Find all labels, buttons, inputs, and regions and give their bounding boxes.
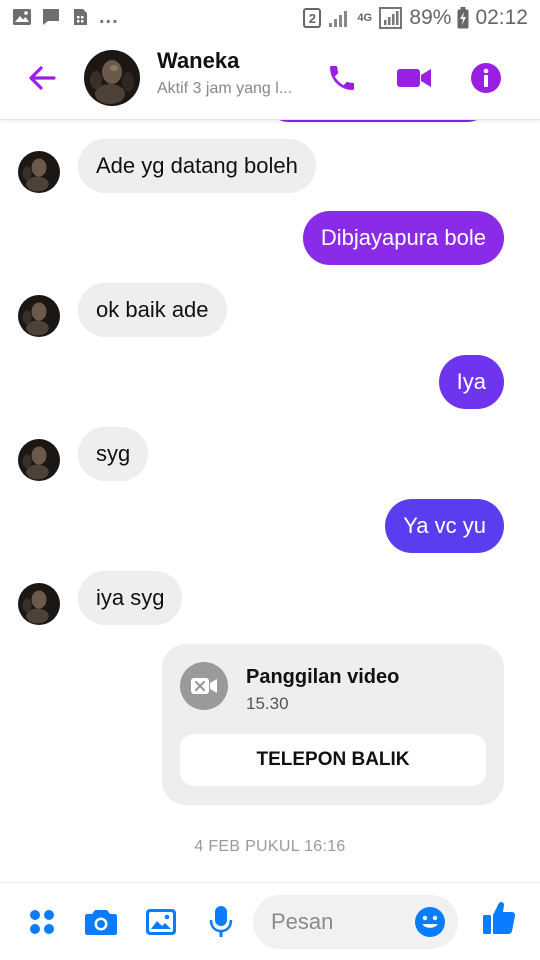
call-title: Panggilan video	[246, 666, 400, 688]
call-back-button[interactable]: TELEPON BALIK	[180, 734, 486, 786]
video-camera-icon	[397, 69, 431, 87]
chat-icon	[43, 9, 59, 25]
apps-icon	[30, 910, 54, 934]
sim-icon	[74, 9, 87, 25]
sender-avatar[interactable]	[18, 295, 60, 337]
outgoing-message[interactable]: Dibjayapura bole	[302, 211, 504, 265]
contact-active-status: Aktif 3 jam yang l...	[157, 80, 293, 97]
outgoing-message[interactable]: Ya vc yu	[385, 499, 504, 553]
emoji-icon	[415, 907, 445, 937]
voice-message-button[interactable]	[204, 905, 238, 939]
phone-icon	[330, 66, 354, 90]
microphone-icon	[209, 906, 233, 937]
outgoing-message[interactable]: Iya	[438, 355, 504, 409]
incoming-message[interactable]: Ade yg datang boleh	[78, 139, 316, 193]
call-time: 15.30	[246, 694, 289, 713]
thumbs-up-icon	[483, 901, 516, 934]
gallery-icon	[146, 909, 176, 935]
message-thread[interactable]: Ade yg datang boleh Dibjayapura bole ok …	[0, 120, 540, 882]
status-bar: ... 2 4G 89% 02:12	[0, 0, 540, 38]
contact-name: Waneka	[157, 48, 240, 73]
camera-button[interactable]	[84, 905, 118, 939]
signal-icon	[329, 11, 348, 27]
battery-percent: 89%	[409, 6, 452, 29]
incoming-message[interactable]: syg	[78, 427, 149, 481]
message-composer	[0, 882, 540, 960]
voice-call-button[interactable]	[324, 60, 360, 96]
signal-strength-icon	[379, 7, 403, 29]
incoming-message[interactable]: iya syg	[78, 571, 183, 625]
incoming-message[interactable]: ok baik ade	[78, 283, 227, 337]
sender-avatar[interactable]	[18, 151, 60, 193]
contact-avatar[interactable]	[84, 50, 140, 106]
sim-slot-badge: 2	[303, 8, 322, 28]
conversation-info-button[interactable]	[468, 60, 504, 96]
sender-avatar[interactable]	[18, 583, 60, 625]
battery-icon	[457, 7, 469, 29]
conversation-header: Waneka Aktif 3 jam yang l...	[0, 38, 540, 120]
video-call-button[interactable]	[396, 60, 432, 96]
like-button[interactable]	[482, 901, 516, 935]
network-type: 4G	[357, 11, 373, 24]
image-icon	[13, 9, 31, 25]
video-call-icon	[180, 662, 228, 710]
back-arrow-icon	[29, 66, 56, 90]
sender-avatar[interactable]	[18, 439, 60, 481]
more-actions-button[interactable]	[25, 905, 59, 939]
gallery-button[interactable]	[144, 905, 178, 939]
status-overflow: ...	[99, 6, 119, 28]
clock: 02:12	[475, 6, 528, 29]
info-icon	[471, 63, 501, 93]
emoji-button[interactable]	[414, 906, 446, 938]
camera-icon	[85, 910, 117, 935]
missed-video-call-card: Panggilan video 15.30 TELEPON BALIK	[162, 644, 504, 805]
previous-outgoing-bubble	[268, 120, 488, 122]
date-divider: 4 FEB PUKUL 16:16	[194, 838, 346, 855]
back-button[interactable]	[24, 60, 60, 96]
